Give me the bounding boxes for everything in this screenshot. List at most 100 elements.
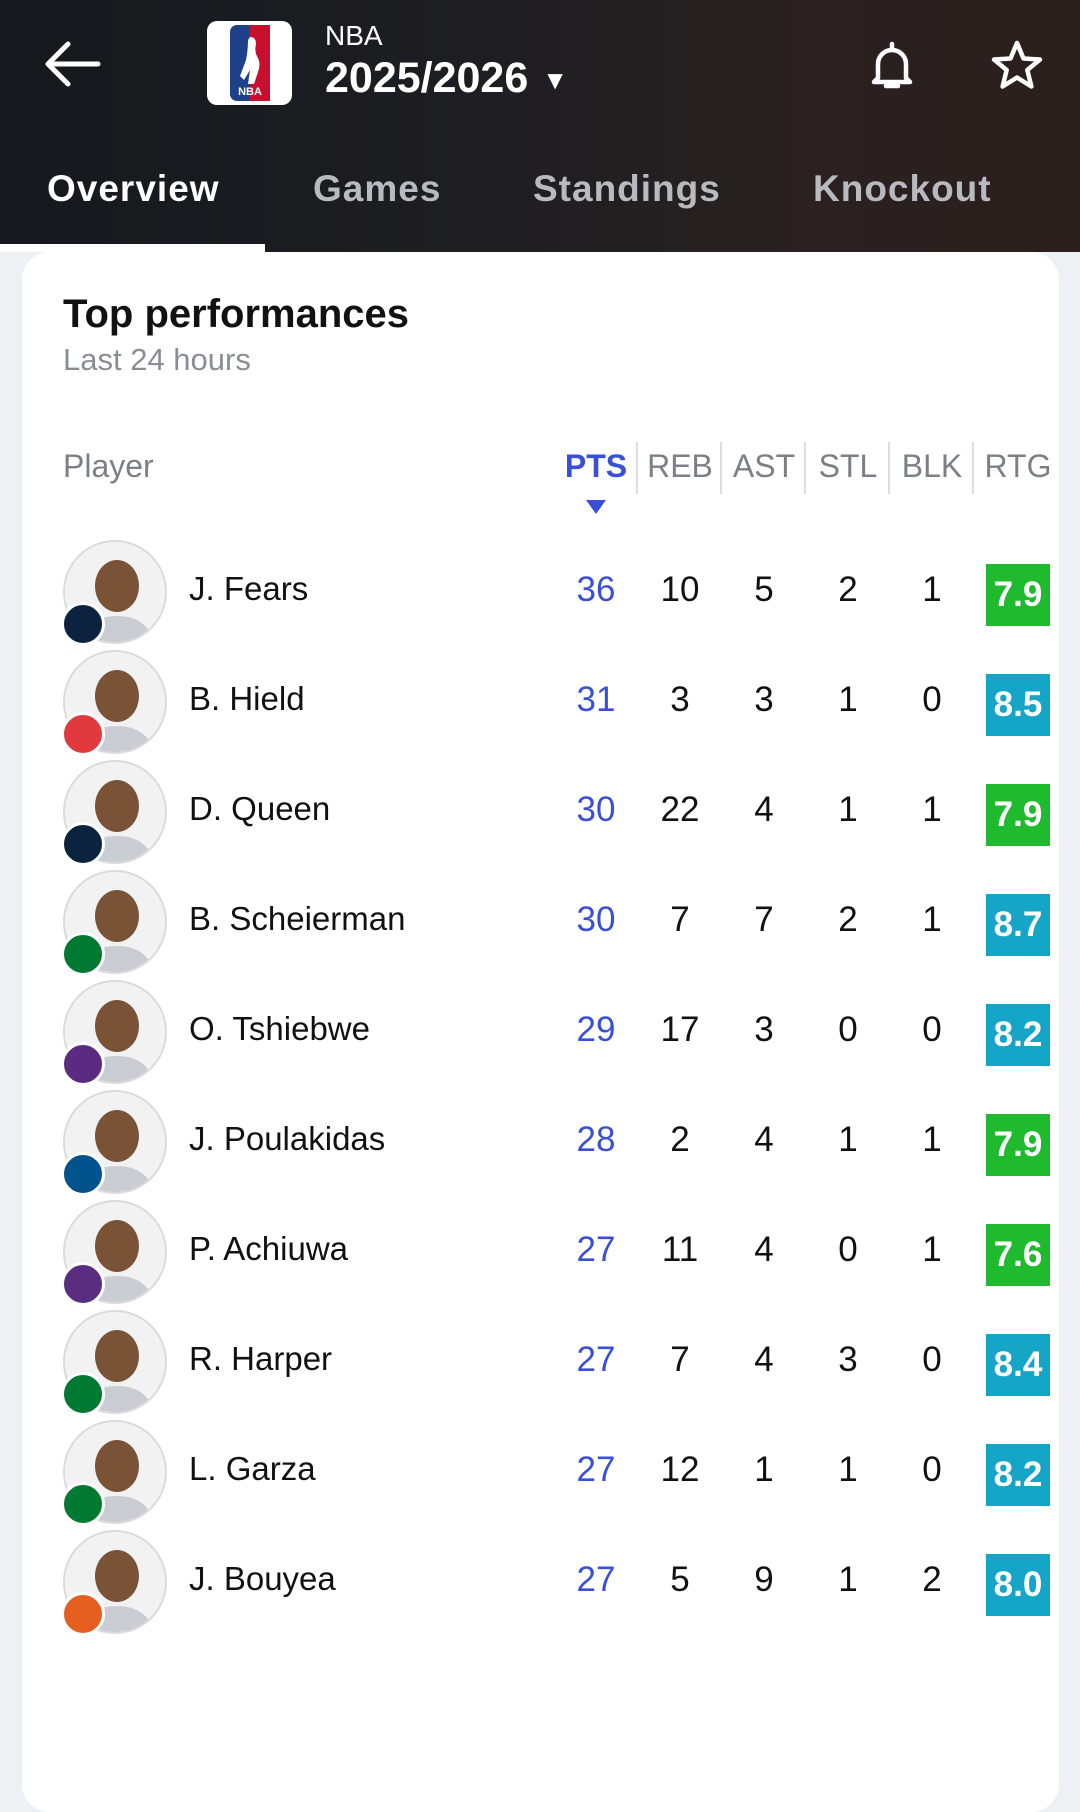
- stat-reb: 10: [660, 570, 700, 609]
- player-rating-badge: 7.9: [986, 784, 1050, 846]
- tab-bar: Overview Games Standings Knockout: [0, 160, 1080, 252]
- tab-games[interactable]: Games: [313, 168, 441, 210]
- player-row[interactable]: R. Harper 27 7 4 3 0 8.4: [22, 1300, 1059, 1426]
- tab-standings[interactable]: Standings: [533, 168, 721, 210]
- season-dropdown[interactable]: 2025/2026 ▼: [325, 54, 568, 103]
- stat-pts: 36: [576, 570, 616, 609]
- player-rating-badge: 8.2: [986, 1004, 1050, 1066]
- player-rating-badge: 8.5: [986, 674, 1050, 736]
- sort-descending-icon: [586, 500, 606, 514]
- column-divider: [636, 442, 638, 494]
- back-button[interactable]: [38, 34, 108, 94]
- card-title: Top performances: [63, 292, 409, 336]
- player-rating-badge: 8.2: [986, 1444, 1050, 1506]
- stat-blk: 2: [922, 1560, 942, 1599]
- player-row[interactable]: P. Achiuwa 27 11 4 0 1 7.6: [22, 1190, 1059, 1316]
- stat-stl: 1: [838, 1450, 858, 1489]
- favorite-button[interactable]: [988, 38, 1046, 94]
- column-divider: [972, 442, 974, 494]
- stat-stl: 1: [838, 790, 858, 829]
- stat-pts: 29: [576, 1010, 616, 1049]
- tab-overview[interactable]: Overview: [47, 168, 220, 210]
- stat-reb: 7: [670, 1340, 690, 1379]
- app-header: NBA NBA 2025/2026 ▼ Overview Games Stand…: [0, 0, 1080, 252]
- player-rating-badge: 8.7: [986, 894, 1050, 956]
- stat-blk: 0: [922, 1010, 942, 1049]
- stat-stl: 3: [838, 1340, 858, 1379]
- player-name: O. Tshiebwe: [189, 1010, 370, 1047]
- stat-ast: 7: [754, 900, 774, 939]
- column-divider: [888, 442, 890, 494]
- player-rating-badge: 7.9: [986, 564, 1050, 626]
- stat-ast: 3: [754, 680, 774, 719]
- stat-pts: 27: [576, 1450, 616, 1489]
- stat-stl: 1: [838, 680, 858, 719]
- stat-reb: 2: [670, 1120, 690, 1159]
- stat-reb: 12: [660, 1450, 700, 1489]
- logo-text: NBA: [238, 86, 262, 98]
- suns-logo-icon: [61, 1592, 105, 1636]
- stat-ast: 4: [754, 1340, 774, 1379]
- stat-blk: 1: [922, 1120, 942, 1159]
- stat-pts: 27: [576, 1340, 616, 1379]
- column-header-blk[interactable]: BLK: [892, 448, 972, 485]
- active-tab-indicator: [0, 244, 265, 252]
- column-header-pts[interactable]: PTS: [556, 448, 636, 485]
- stat-ast: 9: [754, 1560, 774, 1599]
- stat-blk: 1: [922, 790, 942, 829]
- player-name: J. Fears: [189, 570, 309, 607]
- player-name: P. Achiuwa: [189, 1230, 349, 1267]
- star-icon: [991, 40, 1043, 89]
- player-row[interactable]: J. Bouyea 27 5 9 1 2 8.0: [22, 1520, 1059, 1646]
- player-name: B. Hield: [189, 680, 305, 717]
- player-row[interactable]: J. Fears 36 10 5 2 1 7.9: [22, 530, 1059, 656]
- player-rating-badge: 8.0: [986, 1554, 1050, 1616]
- stat-stl: 0: [838, 1230, 858, 1269]
- stat-blk: 0: [922, 1450, 942, 1489]
- column-header-rtg[interactable]: RTG: [978, 448, 1058, 485]
- column-header-ast[interactable]: AST: [724, 448, 804, 485]
- league-logo[interactable]: NBA: [207, 21, 292, 105]
- stat-stl: 1: [838, 1560, 858, 1599]
- player-rating-badge: 7.9: [986, 1114, 1050, 1176]
- stat-pts: 27: [576, 1560, 616, 1599]
- nba-logo-icon: NBA: [229, 25, 270, 101]
- stat-stl: 2: [838, 900, 858, 939]
- stat-blk: 0: [922, 680, 942, 719]
- stat-ast: 3: [754, 1010, 774, 1049]
- player-row[interactable]: L. Garza 27 12 1 1 0 8.2: [22, 1410, 1059, 1536]
- player-row[interactable]: B. Scheierman 30 7 7 2 1 8.7: [22, 860, 1059, 986]
- stat-pts: 31: [576, 680, 616, 719]
- stat-stl: 0: [838, 1010, 858, 1049]
- player-name: R. Harper: [189, 1340, 333, 1377]
- stat-pts: 28: [576, 1120, 616, 1159]
- player-name: J. Poulakidas: [189, 1120, 386, 1157]
- player-row[interactable]: B. Hield 31 3 3 1 0 8.5: [22, 640, 1059, 766]
- stat-reb: 3: [670, 680, 690, 719]
- bell-icon: [871, 41, 913, 89]
- player-name: L. Garza: [189, 1450, 316, 1487]
- player-name: J. Bouyea: [189, 1560, 336, 1597]
- stat-blk: 1: [922, 1230, 942, 1269]
- stat-blk: 0: [922, 1340, 942, 1379]
- notifications-button[interactable]: [866, 38, 918, 94]
- player-row[interactable]: J. Poulakidas 28 2 4 1 1 7.9: [22, 1080, 1059, 1206]
- tab-knockout[interactable]: Knockout: [813, 168, 992, 210]
- player-row[interactable]: D. Queen 30 22 4 1 1 7.9: [22, 750, 1059, 876]
- stat-ast: 1: [754, 1450, 774, 1489]
- stat-stl: 1: [838, 1120, 858, 1159]
- player-row[interactable]: O. Tshiebwe 29 17 3 0 0 8.2: [22, 970, 1059, 1096]
- stat-reb: 17: [660, 1010, 700, 1049]
- stat-reb: 22: [660, 790, 700, 829]
- column-header-reb[interactable]: REB: [640, 448, 720, 485]
- column-header-stl[interactable]: STL: [808, 448, 888, 485]
- stat-reb: 7: [670, 900, 690, 939]
- season-value: 2025/2026: [325, 54, 529, 102]
- stat-blk: 1: [922, 900, 942, 939]
- stat-pts: 27: [576, 1230, 616, 1269]
- column-divider: [804, 442, 806, 494]
- stat-reb: 5: [670, 1560, 690, 1599]
- stat-pts: 30: [576, 900, 616, 939]
- column-divider: [720, 442, 722, 494]
- league-name: NBA: [325, 20, 383, 51]
